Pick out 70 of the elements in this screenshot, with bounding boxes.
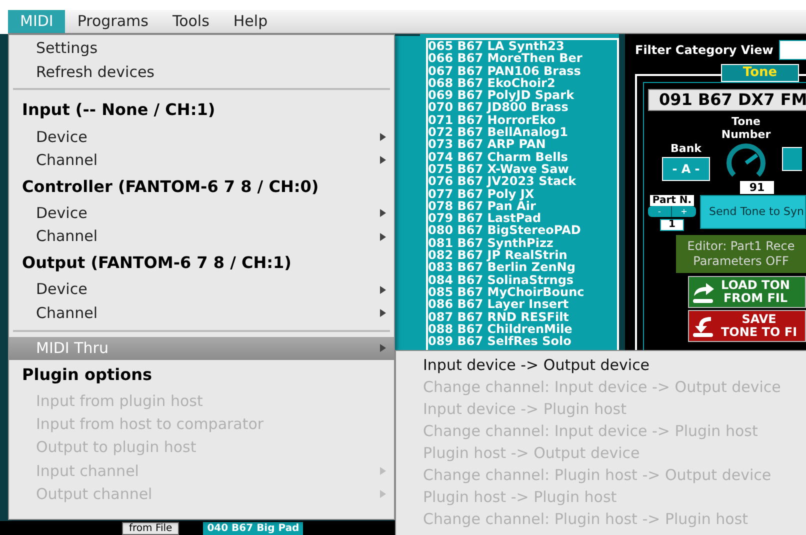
preset-item[interactable]: 069 B67 PolyJD Spark (428, 89, 617, 102)
preset-item[interactable]: 072 B67 BellAnalog1 (428, 126, 617, 138)
part-decrement-button[interactable]: - (648, 206, 672, 217)
preset-item[interactable]: 088 B67 ChildrenMile (428, 322, 617, 336)
preset-item[interactable]: 078 B67 Pan Air (428, 200, 617, 212)
menu-bar-item[interactable]: Programs (65, 10, 160, 33)
submenu-arrow-icon (380, 156, 386, 164)
menu-item[interactable]: Input device -> Output device (396, 354, 806, 376)
menu-bar-item[interactable]: Help (221, 10, 280, 33)
part-label: Part N. (650, 195, 694, 206)
submenu-arrow-icon (380, 344, 386, 352)
preset-item[interactable]: 067 B67 PAN106 Brass (428, 64, 617, 77)
menu-item[interactable]: Channel (9, 224, 394, 248)
submenu-arrow-icon (380, 466, 386, 475)
tone-tab[interactable]: Tone (721, 64, 799, 82)
tone-display: 091 B67 DX7 FM (648, 89, 806, 111)
menu-item[interactable]: Refresh devices (9, 60, 394, 84)
menu-item[interactable]: Channel (9, 148, 394, 172)
preset-item[interactable]: 073 B67 ARP PAN (428, 138, 617, 151)
preset-item[interactable]: 076 B67 JV2023 Stack (428, 175, 617, 188)
part-increment-button[interactable]: + (672, 206, 696, 217)
submenu-arrow-icon (380, 286, 386, 294)
preset-item[interactable]: 079 B67 LastPad (428, 212, 617, 224)
preset-item[interactable]: 080 B67 BigStereoPAD (428, 224, 617, 237)
menu-section-header: Plugin options (21, 364, 153, 386)
menu-item[interactable]: Device (9, 278, 394, 302)
tone-number-label: Tone Number (720, 115, 772, 141)
preset-item[interactable]: 066 B67 MoreThen Ber (428, 52, 617, 65)
preset-item[interactable]: 084 B67 SolinaStrngs (428, 274, 617, 286)
menu-item[interactable]: Settings (9, 37, 394, 60)
menu-section-header: Controller (FANTOM-6 7 8 / CH:0) (21, 176, 320, 198)
preset-item[interactable]: 040 B67 Big Pad (203, 522, 304, 535)
preset-item[interactable]: 081 B67 SynthPizz (428, 236, 617, 250)
preset-item[interactable]: 071 B67 HorrorEko (428, 114, 617, 126)
save-tone-button[interactable]: SAVE TONE TO FI (688, 310, 806, 342)
part-number-field[interactable]: 1 (660, 219, 684, 231)
load-file-button[interactable]: from File (122, 522, 180, 535)
send-tone-button[interactable]: Send Tone to Syn (700, 195, 806, 229)
preset-item[interactable]: 065 B67 LA Synth23 (428, 40, 617, 52)
preset-item[interactable]: 074 B67 Charm Bells (428, 150, 617, 163)
submenu-arrow-icon (380, 232, 386, 241)
submenu-arrow-icon (380, 209, 386, 218)
submenu-arrow-icon (380, 308, 386, 317)
preset-item[interactable]: 068 B67 EkoChoir2 (428, 76, 617, 90)
menu-item[interactable]: Device (9, 202, 394, 225)
submenu-arrow-icon (380, 132, 386, 141)
preset-item[interactable]: 082 B67 JP RealStrin (428, 249, 617, 262)
load-tone-button[interactable]: LOAD TON FROM FIL (688, 276, 806, 308)
preset-item[interactable]: 077 B67 Poly JX (428, 188, 617, 200)
preset-item[interactable]: 083 B67 Berlin ZenNg (428, 261, 617, 274)
menu-section-header: Output (FANTOM-6 7 8 / CH:1) (21, 252, 292, 274)
bank-button[interactable]: - A - (662, 157, 710, 181)
editor-status: Editor: Part1 Rece Parameters OFF (676, 235, 806, 273)
bank-up-button[interactable] (782, 147, 802, 171)
menu-section-header: Input (-- None / CH:1) (21, 99, 216, 122)
menu-item[interactable]: Channel (9, 301, 394, 324)
preset-item[interactable]: 075 B67 X-Wave Saw (428, 162, 617, 176)
menu-item[interactable]: MIDI Thru (9, 336, 394, 360)
menu-bar-item[interactable]: Tools (160, 10, 222, 33)
preset-item[interactable]: 089 B67 SelfRes Solo (428, 335, 617, 348)
preset-item[interactable]: 087 B67 RND RESFilt (428, 310, 617, 323)
filter-label: Filter Category View (635, 42, 774, 59)
submenu-arrow-icon (380, 490, 386, 498)
menu-bar-item[interactable]: MIDI (8, 10, 66, 33)
preset-item[interactable]: 085 B67 MyChoirBounc (428, 286, 617, 298)
tone-number-field[interactable]: 91 (740, 181, 774, 194)
preset-item[interactable]: 070 B67 JD800 Brass (428, 101, 617, 114)
preset-item[interactable]: 086 B67 Layer Insert (428, 298, 617, 311)
menu-item[interactable]: Device (9, 125, 394, 149)
bank-label: Bank (670, 140, 702, 156)
